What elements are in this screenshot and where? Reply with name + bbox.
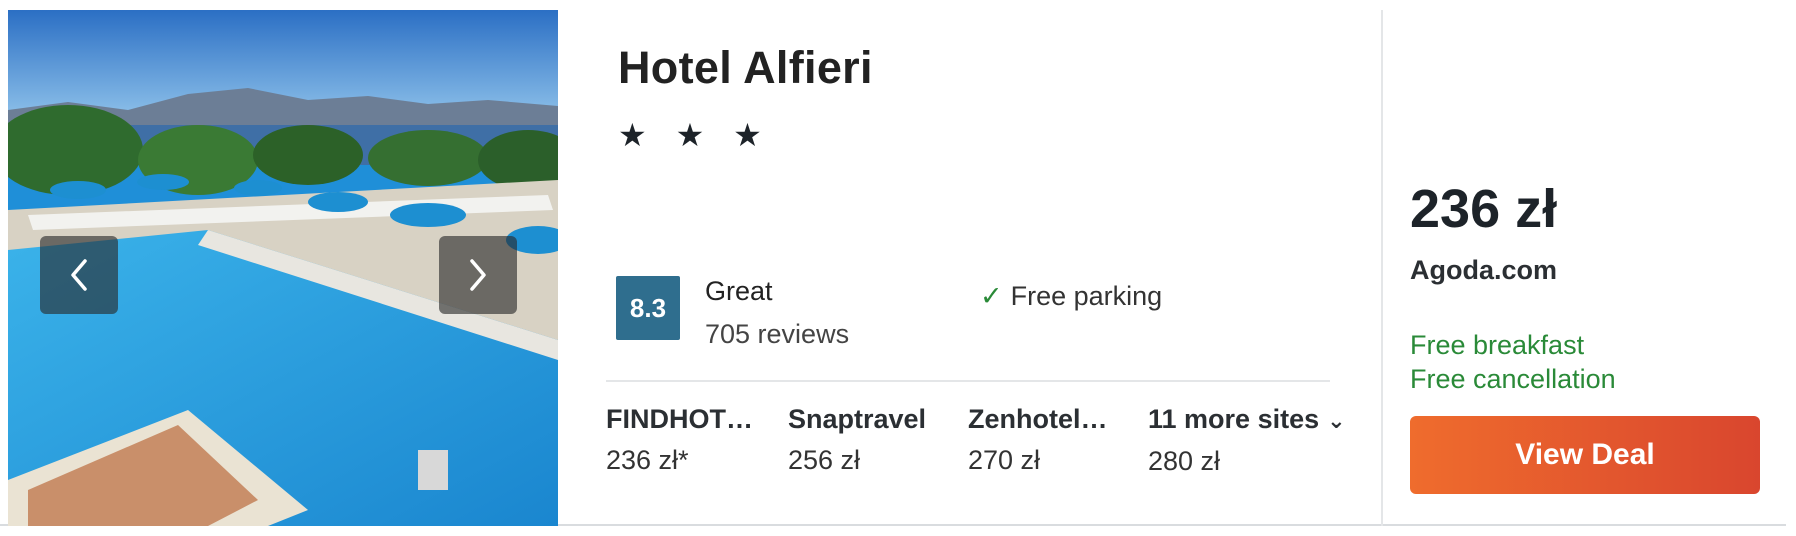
hotel-name[interactable]: Hotel Alfieri [618,42,873,94]
perk-free-cancellation: Free cancellation [1410,364,1616,394]
more-sites-dropdown[interactable]: 11 more sites ⌄ [1148,404,1346,435]
site-name: FINDHOT… [606,404,753,434]
more-sites-label: 11 more sites [1148,404,1320,434]
amenity-free-parking: ✓ Free parking [980,281,1162,312]
divider [606,380,1330,382]
site-name: Snaptravel [788,404,927,434]
site-price: 236 zł* [606,445,689,475]
amenity-label: Free parking [1010,281,1163,311]
site-name: Zenhotel… [968,404,1108,434]
chevron-left-icon [71,259,87,291]
more-sites-price[interactable]: 280 zł [1148,446,1220,477]
photo-prev-button[interactable] [40,236,118,314]
site-offer[interactable]: Snaptravel 256 zł [788,404,926,476]
hotel-card: Hotel Alfieri ★ ★ ★ 8.3 Great 705 review… [0,0,1786,526]
deal-provider: Agoda.com [1410,255,1558,285]
chevron-right-icon [470,259,486,291]
review-count[interactable]: 705 reviews [705,319,849,350]
photo-next-button[interactable] [439,236,517,314]
hotel-details: Hotel Alfieri ★ ★ ★ 8.3 Great 705 review… [560,0,1382,526]
site-offer[interactable]: FINDHOT… 236 zł* [606,404,753,476]
site-offer[interactable]: Zenhotel… 270 zł [968,404,1108,476]
deal-panel: 236 zł Agoda.com Free breakfast Free can… [1383,0,1786,526]
hotel-photo[interactable] [8,10,558,526]
rating-label: Great [705,276,773,306]
chevron-down-icon: ⌄ [1327,408,1346,433]
perk-free-breakfast: Free breakfast [1410,330,1585,360]
view-deal-button[interactable]: View Deal [1410,416,1760,494]
star-rating: ★ ★ ★ [618,117,772,153]
deal-price[interactable]: 236 zł [1410,178,1557,240]
site-price: 256 zł [788,445,861,475]
check-icon: ✓ [980,281,1003,311]
site-price: 270 zł [968,445,1041,475]
rating-score-badge[interactable]: 8.3 [616,276,680,340]
